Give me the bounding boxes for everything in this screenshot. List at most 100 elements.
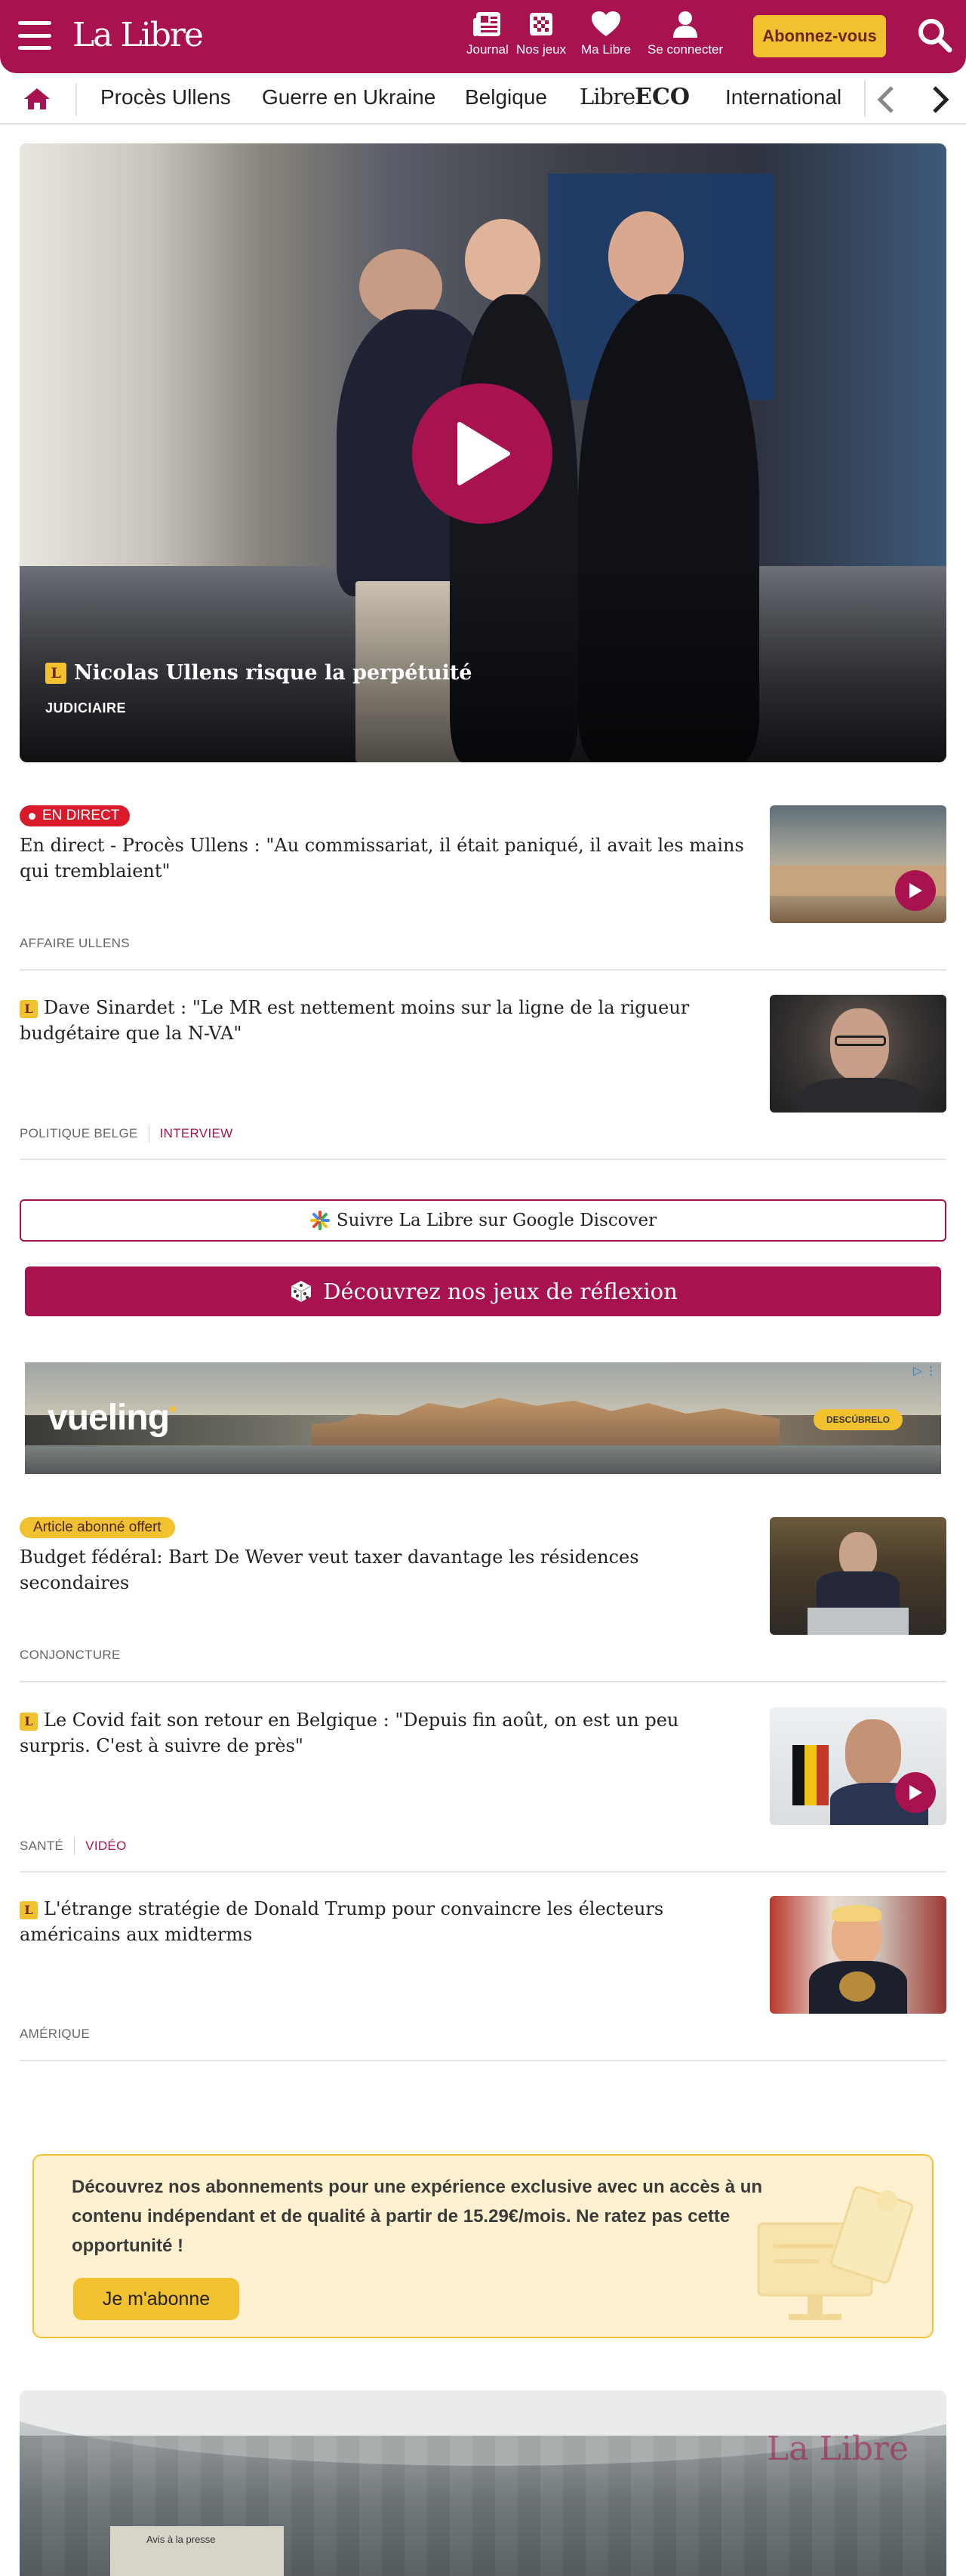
article-divider [20,1159,946,1160]
article-title[interactable]: En direct - Procès Ullens : "Au commissa… [20,833,752,884]
press-sign: Avis à la presse [146,2534,216,2545]
article-card[interactable]: Article abonné offert Budget fédéral: Ba… [20,1517,946,1683]
nav-journal-label: Journal [466,42,509,57]
ad-brand: vueling• [48,1397,177,1438]
home-icon[interactable] [23,87,51,115]
premium-badge: L [20,1900,38,1919]
article-format[interactable]: VIDÉO [85,1839,126,1854]
article-meta: SANTÉ VIDÉO [20,1838,127,1854]
play-icon [457,422,510,485]
section-belgique[interactable]: Belgique [465,85,547,109]
section-guerre-ukraine[interactable]: Guerre en Ukraine [262,85,435,109]
nav-login[interactable]: Se connecter [648,11,723,57]
section-libre-eco[interactable]: LibreECO [580,84,690,110]
hero-title[interactable]: L Nicolas Ullens risque la perpétuité [45,661,472,685]
article-title-text: Dave Sinardet : "Le MR est nettement moi… [20,997,690,1044]
nav-login-label: Se connecter [648,42,724,57]
article-meta: AMÉRIQUE [20,2027,90,2042]
play-icon [909,883,922,898]
menu-icon[interactable] [18,21,51,50]
hero-article[interactable]: L Nicolas Ullens risque la perpétuité JU… [20,143,946,762]
live-label: EN DIRECT [42,808,120,823]
site-logo[interactable]: La Libre [72,14,204,57]
article-title-text: Le Covid fait son retour en Belgique : "… [20,1710,679,1756]
google-discover-icon [309,1211,330,1230]
article-card[interactable]: L Dave Sinardet : "Le MR est nettement mo… [20,995,946,1161]
article-title-text: L'étrange stratégie de Donald Trump pour… [20,1898,664,1945]
premium-badge: L [45,662,66,684]
ad-cta-button[interactable]: DESCÚBRELO [814,1409,903,1430]
subscription-illustration-icon [757,2186,913,2320]
article-meta: AFFAIRE ULLENS [20,936,130,951]
article-image[interactable]: Avis à la presse La Libre [20,2390,946,2576]
article-card[interactable]: L L'étrange stratégie de Donald Trump pou… [20,1896,946,2062]
article-category[interactable]: SANTÉ [20,1839,63,1854]
games-button[interactable]: Découvrez nos jeux de réflexion [25,1266,941,1316]
premium-badge: L [20,999,38,1018]
section-international[interactable]: International [725,85,841,109]
live-badge: EN DIRECT [20,805,131,826]
article-category[interactable]: CONJONCTURE [20,1648,121,1663]
nav-ma-libre[interactable]: Ma Libre [581,11,631,57]
search-icon[interactable] [918,18,952,57]
premium-badge: L [20,1712,38,1731]
section-nav: Procès Ullens Guerre en Ukraine Belgique… [0,73,966,125]
article-card[interactable]: L Le Covid fait son retour en Belgique : … [20,1707,946,1873]
live-dot-icon [29,812,35,820]
nav-divider [864,81,866,117]
play-video-button[interactable] [895,870,936,911]
article-thumbnail[interactable] [770,1517,946,1635]
newspaper-icon [472,12,500,36]
user-icon [673,11,698,38]
games-button-label: Découvrez nos jeux de réflexion [323,1279,678,1304]
article-divider [20,2060,946,2061]
article-category[interactable]: POLITIQUE BELGE [20,1126,138,1141]
advertisement[interactable]: vueling• DESCÚBRELO ▷ ⋮ [25,1362,941,1474]
article-thumbnail[interactable] [770,805,946,923]
watermark-logo: La Libre [767,2430,909,2468]
ad-choices-icon[interactable]: ▷ ⋮ [913,1364,937,1377]
article-category[interactable]: AMÉRIQUE [20,2027,90,2042]
games-grid-icon [530,13,553,35]
scroll-left-icon[interactable] [875,85,897,118]
google-discover-button[interactable]: Suivre La Libre sur Google Discover [20,1199,946,1242]
article-format[interactable]: INTERVIEW [160,1126,233,1141]
offered-article-badge: Article abonné offert [20,1517,175,1538]
nav-games-label: Nos jeux [516,42,567,57]
article-thumbnail[interactable] [770,995,946,1113]
google-discover-label: Suivre La Libre sur Google Discover [336,1211,657,1230]
article-title[interactable]: L L'étrange stratégie de Donald Trump pou… [20,1896,752,1947]
section-proces-ullens[interactable]: Procès Ullens [100,85,231,109]
play-video-button[interactable] [895,1772,936,1813]
scroll-right-icon[interactable] [930,85,951,118]
article-title[interactable]: L Dave Sinardet : "Le MR est nettement mo… [20,995,752,1046]
article-title[interactable]: L Le Covid fait son retour en Belgique : … [20,1707,752,1759]
article-meta: CONJONCTURE [20,1648,121,1663]
play-icon [909,1785,922,1800]
nav-ma-libre-label: Ma Libre [581,42,632,57]
article-thumbnail[interactable] [770,1896,946,2014]
article-category[interactable]: AFFAIRE ULLENS [20,936,130,951]
subscribe-now-button[interactable]: Je m'abonne [73,2278,239,2320]
nav-divider [75,84,77,115]
article-divider [20,1871,946,1873]
article-meta: POLITIQUE BELGE INTERVIEW [20,1125,232,1142]
ad-brand-text: vueling [48,1398,170,1438]
article-divider [20,1681,946,1682]
article-title[interactable]: Budget fédéral: Bart De Wever veut taxer… [20,1544,752,1596]
libre-eco-prefix: Libre [580,84,635,109]
hero-title-text: Nicolas Ullens risque la perpétuité [74,661,472,685]
subscription-promo: Découvrez nos abonnements pour une expér… [32,2154,934,2338]
article-divider [20,969,946,971]
heart-icon [592,11,621,36]
play-video-button[interactable] [412,383,552,524]
top-header: La Libre Journal Nos jeux Ma Libre Se co… [0,0,966,73]
nav-journal[interactable]: Journal [466,11,509,57]
article-card[interactable]: EN DIRECT En direct - Procès Ullens : "A… [20,805,946,971]
hero-category[interactable]: JUDICIAIRE [45,700,126,716]
nav-games[interactable]: Nos jeux [516,11,566,57]
article-thumbnail[interactable] [770,1707,946,1825]
libre-eco-suffix: ECO [635,84,691,110]
subscribe-button[interactable]: Abonnez-vous [753,15,886,57]
dice-icon [291,1281,312,1302]
